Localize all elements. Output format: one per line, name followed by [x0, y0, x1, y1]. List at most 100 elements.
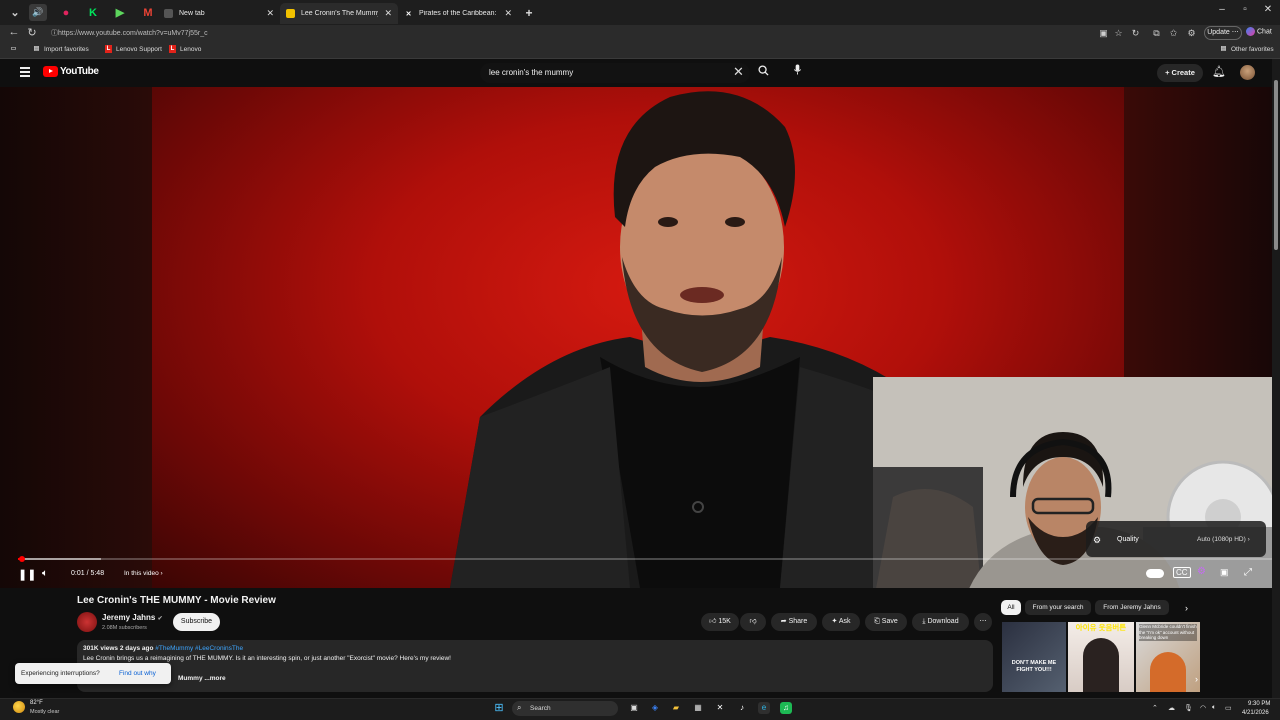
weather-temperature[interactable]: 82°F	[30, 700, 43, 706]
extensions-icon[interactable]: ⧉	[1151, 28, 1162, 39]
new-tab-plus-icon[interactable]: +	[520, 4, 538, 21]
x-app-icon[interactable]: ✕	[714, 702, 726, 714]
spotify-icon[interactable]: ♫	[780, 702, 792, 714]
copilot-chat-button[interactable]: Chat	[1246, 27, 1272, 36]
close-window-icon[interactable]: ✕	[1258, 4, 1278, 15]
fav-import-favorites[interactable]: ▤ Import favorites	[33, 45, 89, 53]
account-avatar[interactable]	[1240, 65, 1255, 80]
tab-mummy-review[interactable]: Lee Cronin's The Mummy (2026) - ✕	[280, 3, 398, 24]
close-tab-icon[interactable]: ✕	[266, 8, 274, 19]
taskbar-search[interactable]: Search	[512, 701, 618, 716]
tray-cloud-icon[interactable]: ☁	[1168, 704, 1175, 712]
chevron-right-icon[interactable]: ›	[1185, 603, 1188, 613]
sidebar-toggle-icon[interactable]: ▭	[10, 45, 21, 53]
reader-view-icon[interactable]: ▣	[1098, 28, 1109, 39]
chip-from-your-search[interactable]: From your search	[1025, 600, 1091, 615]
volume-icon[interactable]: 🔈︎	[42, 568, 48, 579]
edge-browser-icon[interactable]: e	[758, 702, 770, 714]
chip-all[interactable]: All	[1001, 600, 1021, 615]
tray-mic-icon[interactable]: 🎙︎	[1184, 704, 1193, 712]
scrollbar-thumb[interactable]	[1274, 80, 1278, 250]
related-video-thumbnail[interactable]: Glenn Mcbride couldn't finish the "I'm o…	[1136, 622, 1200, 692]
tray-wifi-icon[interactable]: ◠	[1200, 704, 1206, 712]
miniplayer-icon[interactable]: ▣	[1220, 567, 1229, 578]
pinned-tab-gmail-icon[interactable]: M	[139, 4, 157, 21]
autoplay-toggle[interactable]	[1146, 569, 1164, 578]
update-button[interactable]: Update ⋯	[1204, 26, 1242, 40]
weather-moon-icon[interactable]	[13, 701, 25, 713]
windows-start-icon[interactable]: ⊞	[493, 702, 505, 714]
find-out-why-link[interactable]: Find out why	[119, 670, 156, 677]
thumbs-up-icon: 👍︎	[709, 618, 719, 625]
quality-value[interactable]: Auto (1080p HD) ›	[1197, 536, 1250, 543]
settings-gear-icon[interactable]: ⚙	[1186, 28, 1197, 39]
create-button[interactable]: + Create	[1157, 64, 1203, 82]
more-actions-icon[interactable]: ⋯	[974, 613, 992, 631]
like-button[interactable]: 👍︎ 15K	[701, 613, 739, 631]
settings-gear-icon[interactable]: ⚙	[1197, 566, 1206, 577]
minimize-icon[interactable]: –	[1212, 4, 1232, 15]
tab-actions-chevron-icon[interactable]: ⌄	[6, 4, 24, 21]
pinned-tab-play-icon[interactable]: ▶	[111, 4, 129, 21]
dislike-button[interactable]: 👎︎	[740, 613, 766, 631]
tab-label: Pirates of the Caribbean: Dead M...	[419, 10, 498, 17]
fav-lenovo-support[interactable]: L Lenovo Support	[105, 45, 162, 53]
subscribe-button[interactable]: Subscribe	[173, 613, 220, 631]
download-button[interactable]: ⤓ Download	[912, 613, 969, 631]
channel-avatar[interactable]	[77, 612, 97, 632]
search-input[interactable]: lee cronin's the mummy	[480, 63, 750, 83]
close-tab-icon[interactable]: ✕	[384, 8, 392, 19]
task-view-icon[interactable]: ▣	[628, 702, 640, 714]
related-video-thumbnail[interactable]: DON'T MAKE ME FIGHT YOU!!!	[1002, 622, 1066, 692]
pinned-tab-audio-icon[interactable]: 🔊	[29, 4, 47, 21]
clear-search-icon[interactable]: ✕	[733, 64, 744, 80]
pinned-tab-k-icon[interactable]: K	[84, 4, 102, 21]
pinned-tab-record-icon[interactable]: ●	[57, 4, 75, 21]
hamburger-menu-icon[interactable]	[20, 67, 30, 77]
ask-button[interactable]: ✦ Ask	[822, 613, 860, 631]
clock-date[interactable]: 4/21/2026	[1242, 710, 1269, 716]
clock-time[interactable]: 9:30 PM	[1248, 701, 1270, 707]
close-tab-icon[interactable]: ✕	[504, 8, 512, 19]
captions-icon[interactable]: CC	[1173, 567, 1191, 578]
favorites-icon[interactable]: ✩	[1168, 28, 1179, 39]
video-player[interactable]	[0, 87, 1272, 588]
tab-new-tab[interactable]: New tab ✕	[158, 3, 280, 24]
microsoft-store-icon[interactable]: ▦	[692, 702, 704, 714]
weather-description[interactable]: Mostly clear	[30, 709, 59, 715]
tray-overflow-chevron-icon[interactable]: ⌃	[1152, 704, 1158, 712]
channel-name[interactable]: Jeremy Jahns ✔	[102, 613, 163, 622]
show-more-link[interactable]: Mummy ...more	[178, 675, 226, 682]
related-video-thumbnail[interactable]: 아이유 웃음버튼	[1068, 622, 1134, 692]
quality-menu-item[interactable]: Quality	[1117, 536, 1139, 543]
favorite-star-icon[interactable]: ☆	[1113, 28, 1124, 39]
progress-bar[interactable]	[18, 556, 1272, 562]
file-explorer-icon[interactable]: ▰	[670, 702, 682, 714]
in-this-video-chapters[interactable]: In this video ›	[124, 570, 163, 577]
voice-search-button[interactable]	[787, 63, 807, 83]
fullscreen-icon[interactable]: ⤢	[1244, 567, 1252, 578]
fav-lenovo[interactable]: L Lenovo	[169, 45, 201, 53]
tiktok-icon[interactable]: ♪	[736, 702, 748, 714]
pause-icon[interactable]: ❚❚	[18, 568, 36, 581]
save-button[interactable]: ⎗ Save	[865, 613, 907, 631]
notifications-bell-icon[interactable]: 🔔︎	[1212, 65, 1226, 78]
chip-from-channel[interactable]: From Jeremy Jahns	[1095, 600, 1169, 615]
site-info-icon[interactable]: ⓘ	[49, 28, 60, 39]
url-field[interactable]: https://www.youtube.com/watch?v=uMv77j55…	[46, 27, 1096, 40]
tab-pirates[interactable]: ✕ Pirates of the Caribbean: Dead M... ✕	[398, 3, 518, 24]
refresh-icon[interactable]: ↻	[24, 26, 40, 39]
tray-volume-icon[interactable]: 🔈︎	[1212, 704, 1216, 712]
maximize-icon[interactable]: ▫	[1235, 4, 1255, 15]
back-arrow-icon[interactable]: ←	[6, 26, 22, 38]
other-favorites[interactable]: ▤ Other favorites	[1220, 45, 1274, 53]
copilot-app-icon[interactable]: ◈	[649, 702, 661, 714]
search-button[interactable]	[752, 63, 774, 83]
chevron-right-icon[interactable]: ›	[1195, 674, 1198, 684]
scrubber-handle[interactable]	[19, 556, 25, 562]
youtube-logo[interactable]: YouTube	[43, 66, 99, 77]
refresh-extension-icon[interactable]: ↻	[1130, 28, 1141, 39]
hashtags[interactable]: #TheMummy #LeeCroninsThe	[155, 645, 243, 652]
tray-battery-icon[interactable]: ▭	[1225, 704, 1232, 712]
share-button[interactable]: ➦ Share	[771, 613, 817, 631]
